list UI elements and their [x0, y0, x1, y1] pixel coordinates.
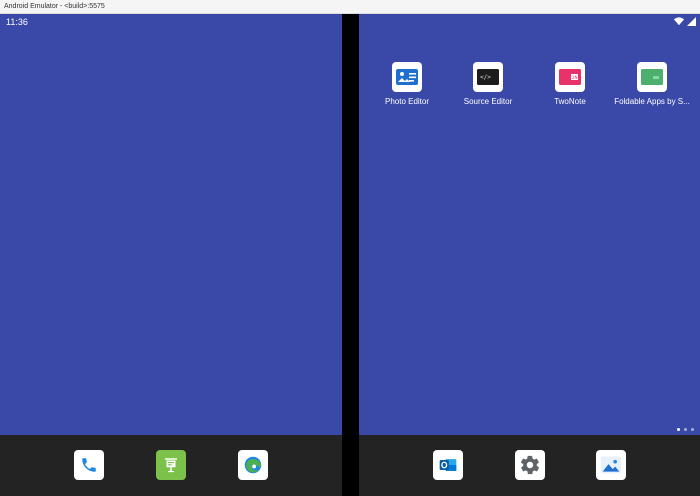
window-title: Android Emulator - <build>:5575	[4, 3, 105, 10]
app-label: Foldable Apps by S...	[614, 97, 690, 106]
svg-text:</>: </>	[480, 74, 491, 81]
emulator-frame: 11:36 Photo Editor </> Source Editor 2N …	[0, 14, 700, 496]
phone-icon[interactable]	[74, 450, 104, 480]
foldable-apps-icon	[637, 62, 667, 92]
right-screen: Photo Editor </> Source Editor 2N TwoNot…	[359, 14, 700, 496]
status-icons	[674, 17, 696, 26]
gallery-icon[interactable]	[596, 450, 626, 480]
edge-browser-icon[interactable]	[238, 450, 268, 480]
emulator-title-bar: Android Emulator - <build>:5575	[0, 0, 700, 14]
page-dot[interactable]	[684, 428, 687, 431]
signal-icon	[687, 17, 696, 26]
wifi-icon	[674, 17, 684, 26]
photo-editor-icon	[392, 62, 422, 92]
app-photo-editor[interactable]: Photo Editor	[362, 62, 452, 107]
status-bar-time: 11:36	[6, 17, 28, 27]
outlook-icon[interactable]	[433, 450, 463, 480]
app-label: TwoNote	[554, 97, 586, 106]
left-dock	[0, 435, 342, 496]
source-editor-icon: </>	[473, 62, 503, 92]
app-foldable-apps[interactable]: Foldable Apps by S...	[607, 62, 697, 107]
hinge	[342, 14, 359, 496]
right-dock	[359, 435, 700, 496]
settings-gear-icon[interactable]	[515, 450, 545, 480]
twonote-icon: 2N	[555, 62, 585, 92]
page-dot[interactable]	[677, 428, 680, 431]
page-dot[interactable]	[691, 428, 694, 431]
app-source-editor[interactable]: </> Source Editor	[443, 62, 533, 107]
app-label: Photo Editor	[384, 97, 430, 106]
left-wallpaper[interactable]	[0, 14, 342, 435]
svg-text:2N: 2N	[572, 75, 578, 80]
app-label: Source Editor	[463, 97, 513, 106]
left-screen: 11:36	[0, 14, 342, 496]
presentation-icon[interactable]	[156, 450, 186, 480]
app-twonote[interactable]: 2N TwoNote	[525, 62, 615, 107]
page-indicator	[677, 428, 694, 431]
